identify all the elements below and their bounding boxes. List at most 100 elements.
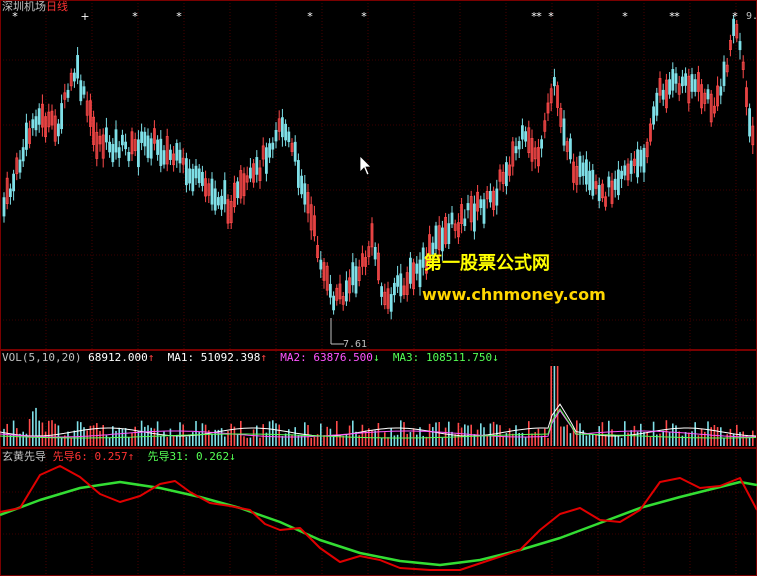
candle-body [693,79,697,92]
candle-body [578,155,582,177]
star-marker-icon: * [732,10,738,23]
candle-body [396,275,400,287]
candle-body [354,266,358,294]
candle-body [82,86,86,95]
candle-body [440,227,444,252]
candle-body [31,119,35,129]
candle-body [639,149,643,167]
candle-body [607,176,611,188]
vol-name: VOL(5,10,20) [2,351,82,364]
candle-body [24,122,28,150]
candle-body [671,69,675,91]
candle-body [280,117,284,138]
ma2-label: MA2: [280,351,307,364]
candle-body [105,127,108,143]
chart-title: 深圳机场日线 [2,1,68,13]
candle-body [149,138,153,159]
star-marker-icon: * [361,10,367,23]
candle-body [127,152,131,162]
candle-body [613,178,617,190]
candle-body [76,55,79,79]
candle-body [488,191,492,203]
candle-body [719,86,723,96]
candle-body [617,169,620,196]
candle-body [591,169,595,196]
ma1-value: 51092.398 [200,351,261,364]
candle-body [472,203,476,232]
candle-body [124,141,127,150]
candle-body [738,41,742,51]
candle-body [114,129,118,153]
candle-body [108,141,111,153]
candle-body [681,76,684,87]
candle-body [210,178,214,205]
candle-body [296,160,300,188]
chart-canvas[interactable]: * + * * * * * * * * * * * [0,0,757,576]
candle-body [79,80,83,102]
candle-body [466,203,470,211]
candle-body [303,183,307,205]
candle-body [300,175,304,195]
line2-value: 0.262 [196,450,230,463]
star-marker-icon: + [80,10,89,23]
candle-body [540,139,543,149]
stock-name: 深圳机场 [2,0,46,13]
candle-body [143,131,147,147]
ma3-arrow: ↓ [492,351,499,364]
candle-body [569,138,572,160]
line1-arrow: ↑ [127,450,135,463]
candle-body [248,167,252,179]
candle-body [521,125,524,140]
candle-body [748,108,751,137]
candle-body [524,131,527,142]
candle-body [223,180,227,205]
candle-body [562,118,566,146]
candle-body [706,89,710,100]
indicator-name: 玄黄先导 [2,450,46,463]
candle-body [168,149,172,160]
candle-body [351,262,355,286]
candle-body [57,123,60,137]
candle-body [121,134,124,146]
candle-body [722,61,726,86]
candle-body [674,73,678,84]
watermark-title: 第一股票公式网 [424,253,550,274]
candle-body [264,147,268,174]
candle-body [140,131,144,143]
candle-body [495,188,499,206]
line2-label: 先导31: [147,450,190,463]
star-marker-icon: * [622,10,628,23]
candle-body [111,144,115,163]
candle-body [197,168,201,184]
vol-arrow: ↑ [147,351,155,364]
ma2-arrow: ↓ [372,351,380,364]
candle-body [156,139,160,155]
candle-body [8,188,12,198]
candle-body [408,257,412,284]
candle-body [37,108,41,125]
candle-body [629,160,633,174]
candle-body [162,150,166,165]
indicator-line-xiandao31 [0,480,757,567]
ma2-value: 63876.500 [313,351,373,364]
candle-body [287,131,291,143]
candle-body [415,263,419,274]
candle-body [479,199,483,209]
candle-body [620,170,623,179]
candle-body [482,199,486,224]
chart-period: 日线 [46,0,68,13]
candle-body [117,147,121,158]
candle-body [73,72,76,82]
candle-body [293,141,297,162]
candle-body [418,259,422,288]
candle-body [661,89,665,100]
indicator-line-xiandao6 [0,465,757,571]
mouse-cursor-icon [359,155,372,176]
candle-body [389,294,393,312]
candle-body [12,173,16,192]
candle-body [652,106,655,125]
panel-border [0,0,757,350]
candle-body [175,143,179,161]
ma1-label: MA1: [167,351,195,364]
candle-body [159,138,163,166]
